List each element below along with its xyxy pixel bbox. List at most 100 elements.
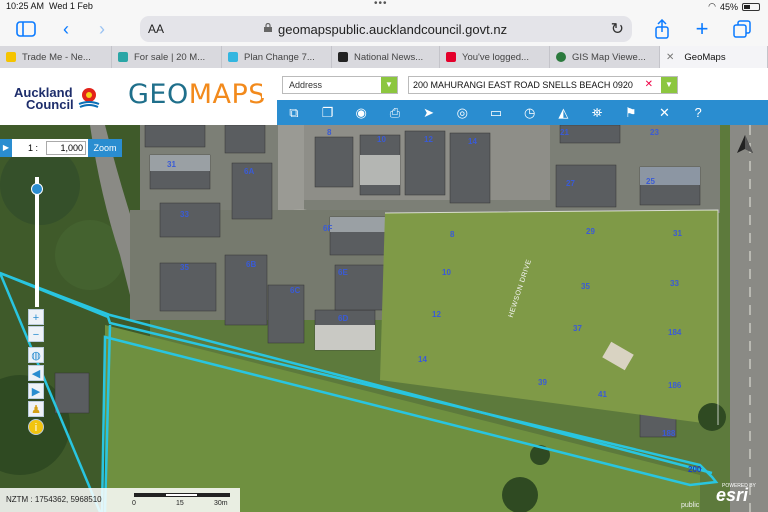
close-tab-icon[interactable]: ✕ [666,52,674,63]
measure-icon[interactable]: ▭ [479,100,513,125]
clear-search-icon[interactable]: ✕ [645,79,653,90]
lot-number: 6E [338,268,348,277]
public-label: public [681,502,700,509]
zoom-slider-track[interactable] [35,177,39,307]
battery-percent: 45% [719,1,738,12]
address-search-input[interactable]: 200 MAHURANGI EAST ROAD SNELLS BEACH 092… [408,76,678,94]
gis-favicon-icon [556,52,566,62]
scalebar-label: 15 [176,500,184,507]
tabs-icon[interactable] [730,18,754,40]
tab-plan-change[interactable]: Plan Change 7... [222,46,332,68]
lot-number: 35 [180,263,189,272]
tab-geomaps[interactable]: ✕ GeoMaps [660,46,768,68]
lot-number: 25 [646,177,655,186]
address-bar[interactable]: AA geomapspublic.aucklandcouncil.govt.nz… [140,16,632,42]
esri-logo[interactable]: esri [716,485,748,506]
forward-icon[interactable]: › [90,18,114,40]
tab-national-news[interactable]: National News... [332,46,440,68]
zoom-out-icon[interactable]: − [28,326,44,342]
streetview-icon[interactable]: ◭ [547,100,581,125]
sidebar-icon[interactable] [14,18,38,40]
multitask-dots-icon[interactable]: ••• [374,0,388,9]
lot-number: 31 [673,229,682,238]
tab-label: National News... [354,51,424,63]
lot-number: 10 [377,135,386,144]
eye-icon[interactable]: ◉ [344,100,378,125]
lot-number: 37 [573,324,582,333]
basemap-icon[interactable]: ❐ [311,100,345,125]
lock-icon [264,23,272,32]
lot-number: 12 [424,135,433,144]
news-favicon-icon [338,52,348,62]
search-type-select[interactable]: Address ▼ [282,76,398,94]
streetview-person-icon[interactable]: ♟ [28,401,44,417]
lot-number: 33 [670,279,679,288]
wifi-icon: ◠ [708,1,716,11]
lot-number: 8 [450,230,455,239]
locate-icon[interactable]: ◎ [445,100,479,125]
lot-number: 184 [668,328,682,337]
tab-label: Plan Change 7... [244,51,315,63]
tools-icon[interactable]: ✕ [648,100,682,125]
expand-panel-icon[interactable]: ▶ [0,139,12,157]
nztm-coordinates: NZTM : 1754362, 5968510 [6,495,102,504]
tab-label: GIS Map Viewe... [572,51,646,63]
title-geo: GEO [128,79,189,110]
reader-aa-button[interactable]: AA [148,22,164,36]
house-favicon-icon [118,52,128,62]
lot-number: 23 [650,128,659,137]
tab-logged-out[interactable]: You've logged... [440,46,550,68]
map-toolbar: ⧉ ❐ ◉ ⎙ ➤ ◎ ▭ ◷ ◭ ⛯ ⚑ ✕? [277,100,768,125]
lot-number: 6B [246,260,257,269]
info-icon[interactable]: i [28,419,44,435]
tab-label: You've logged... [462,51,529,63]
logo-area: Auckland Council GEOMAPS [0,68,265,125]
map-view[interactable]: 8 10 12 14 21 23 31 6A 33 35 6B 6C 6D 6E… [0,125,768,512]
address-value: 200 MAHURANGI EAST ROAD SNELLS BEACH 092… [413,80,633,90]
url-text: geomapspublic.aucklandcouncil.govt.nz [278,22,508,37]
back-arrow-icon[interactable]: ◀ [28,365,44,381]
forward-arrow-icon[interactable]: ▶ [28,383,44,399]
auckland-council-logo[interactable]: Auckland Council [14,86,74,112]
battery-icon [742,2,760,11]
lot-number: 31 [167,160,176,169]
new-tab-icon[interactable]: + [690,16,714,41]
zoom-slider-handle[interactable] [31,183,43,195]
bookmark-icon[interactable]: ⚑ [614,100,648,125]
tab-bar: Trade Me - Ne... For sale | 20 M... Plan… [0,46,768,68]
lot-number: 8 [327,128,332,137]
tab-label: Trade Me - Ne... [22,51,91,63]
chevron-down-icon[interactable]: ▼ [661,77,677,93]
geomaps-header: Auckland Council GEOMAPS Address ▼ 200 M… [0,68,768,125]
reload-icon[interactable]: ↻ [611,19,624,39]
globe-icon[interactable]: ◍ [28,347,44,363]
lot-number: 6F [323,224,333,233]
scale-input[interactable]: 1,000 [46,141,86,155]
plan-favicon-icon [228,52,238,62]
zoom-button[interactable]: Zoom [88,139,122,157]
tab-for-sale[interactable]: For sale | 20 M... [112,46,222,68]
print-icon[interactable]: ⎙ [378,100,412,125]
zoom-in-icon[interactable]: + [28,309,44,325]
lot-number: 33 [180,210,189,219]
chevron-down-icon[interactable]: ▼ [381,77,397,93]
lot-number: 188 [662,429,676,438]
lot-number: 6D [338,314,349,323]
share-icon[interactable] [650,18,674,40]
history-icon[interactable]: ◷ [513,100,547,125]
logo-line2: Council [26,97,74,112]
status-bar: 10:25 AM Wed 1 Feb ••• ◠ 45% [0,0,768,12]
property-icon[interactable]: ⛯ [580,100,614,125]
tab-gis-map-viewer[interactable]: GIS Map Viewe... [550,46,660,68]
help-icon[interactable]: ? [681,100,715,125]
pohutukawa-logo-icon [78,88,100,108]
back-icon[interactable]: ‹ [54,18,78,40]
layers-icon[interactable]: ⧉ [277,100,311,125]
lot-number: 186 [668,381,682,390]
scale-bar [134,493,230,497]
select-icon[interactable]: ➤ [412,100,446,125]
lot-number: 6A [244,167,255,176]
lot-number: 29 [586,227,595,236]
tab-trade-me[interactable]: Trade Me - Ne... [0,46,112,68]
lot-number: 12 [432,310,441,319]
